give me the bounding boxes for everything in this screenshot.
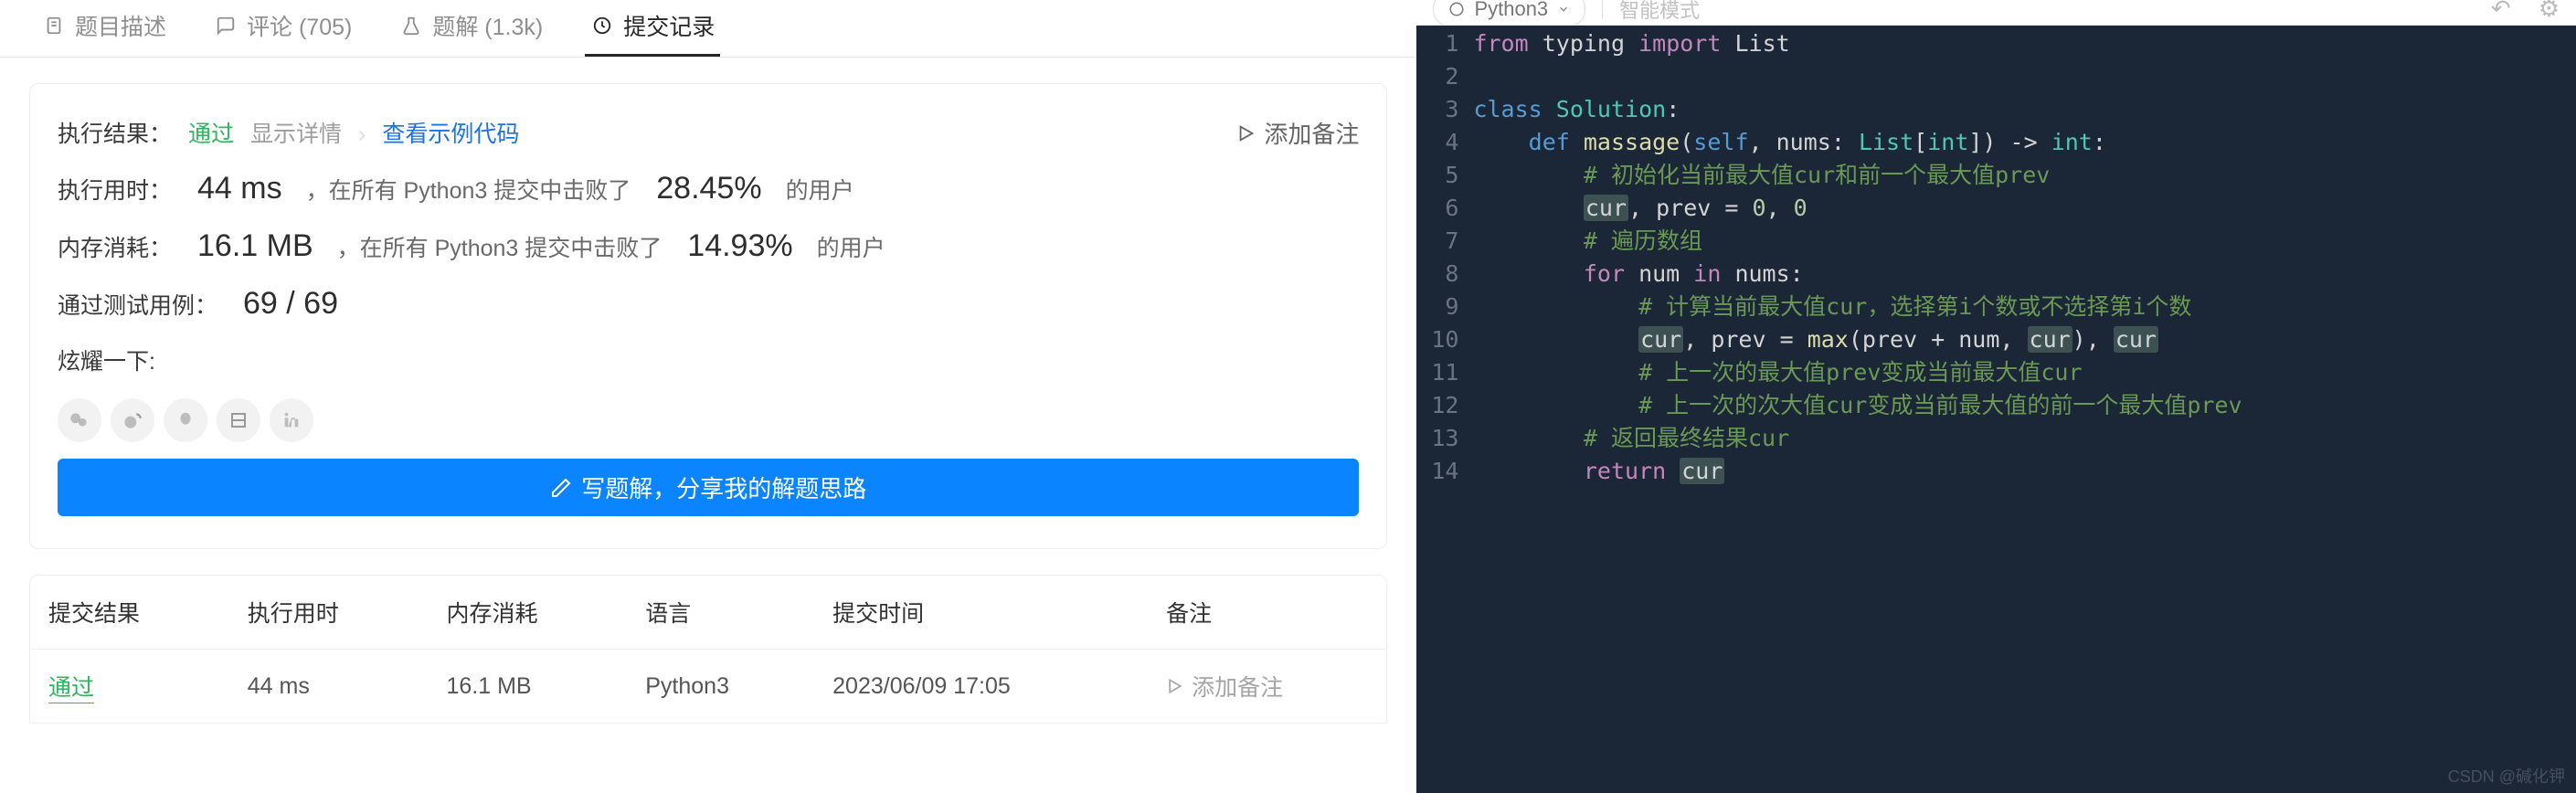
memory-label: 内存消耗： — [58, 230, 172, 263]
row-add-note[interactable]: 添加备注 — [1166, 670, 1368, 703]
add-note-label: 添加备注 — [1264, 116, 1359, 150]
row-status-link[interactable]: 通过 — [48, 675, 94, 703]
qq-icon[interactable] — [164, 398, 207, 442]
divider — [1602, 0, 1603, 19]
linkedin-icon[interactable] — [270, 398, 313, 442]
tab-label: 题目描述 — [75, 9, 166, 42]
language-selector[interactable]: Python3 — [1433, 0, 1585, 26]
comment-icon — [214, 14, 238, 37]
tab-label: 题解 (1.3k) — [432, 9, 543, 42]
th-runtime: 执行用时 — [229, 576, 429, 650]
chevron-down-icon — [1557, 3, 1570, 16]
settings-icon[interactable]: ⚙ — [2539, 0, 2560, 23]
share-row — [58, 398, 1359, 442]
memory-desc2: 的用户 — [817, 230, 885, 263]
tab-label: 评论 (705) — [247, 9, 352, 42]
flag-icon — [1236, 123, 1256, 143]
clock-icon — [590, 14, 614, 37]
example-code-link[interactable]: 查看示例代码 — [382, 116, 519, 149]
editor-toolbar: Python3 智能模式 ↶ ⚙ — [1416, 0, 2576, 26]
runtime-label: 执行用时： — [58, 173, 172, 206]
submission-table: 提交结果 执行用时 内存消耗 语言 提交时间 备注 通过 44 ms 16.1 … — [29, 575, 1387, 724]
table-header-row: 提交结果 执行用时 内存消耗 语言 提交时间 备注 — [30, 576, 1386, 650]
write-solution-button[interactable]: 写题解，分享我的解题思路 — [58, 459, 1359, 516]
table-row[interactable]: 通过 44 ms 16.1 MB Python3 2023/06/09 17:0… — [30, 650, 1386, 724]
runtime-desc2: 的用户 — [786, 173, 854, 206]
tab-solutions[interactable]: 题解 (1.3k) — [394, 0, 548, 57]
watermark: CSDN @碱化钾 — [2448, 764, 2565, 788]
tests-label: 通过测试用例： — [58, 288, 217, 321]
pencil-icon — [550, 477, 572, 499]
tab-comments[interactable]: 评论 (705) — [208, 0, 357, 57]
wechat-icon[interactable] — [58, 398, 101, 442]
cta-label: 写题解，分享我的解题思路 — [581, 471, 866, 504]
memory-value: 16.1 MB — [197, 228, 313, 264]
row-lang: Python3 — [627, 650, 814, 724]
th-status: 提交结果 — [30, 576, 229, 650]
brag-row: 炫耀一下: — [58, 344, 1359, 376]
memory-pct: 14.93% — [687, 228, 792, 264]
status-row: 执行结果： 通过 显示详情 › 查看示例代码 — [58, 116, 1359, 149]
runtime-value: 44 ms — [197, 171, 282, 206]
tests-row: 通过测试用例： 69 / 69 — [58, 286, 1359, 322]
memory-row: 内存消耗： 16.1 MB ，在所有 Python3 提交中击败了 14.93%… — [58, 228, 1359, 264]
code-area[interactable]: 1234567 891011121314 from typing import … — [1416, 26, 2576, 793]
result-card: 添加备注 执行结果： 通过 显示详情 › 查看示例代码 执行用时： 44 ms … — [29, 83, 1387, 549]
tab-description[interactable]: 题目描述 — [37, 0, 172, 57]
tab-submissions[interactable]: 提交记录 — [585, 0, 720, 57]
exec-result-label: 执行结果： — [58, 116, 172, 149]
divider: › — [358, 122, 366, 148]
code-editor-panel: Python3 智能模式 ↶ ⚙ 1234567 891011121314 fr… — [1416, 0, 2576, 793]
th-time: 提交时间 — [814, 576, 1148, 650]
row-time: 2023/06/09 17:05 — [814, 650, 1148, 724]
status-badge: 通过 — [188, 116, 234, 149]
add-note-action[interactable]: 添加备注 — [1236, 116, 1359, 150]
line-gutter: 1234567 891011121314 — [1416, 27, 1473, 793]
tests-value: 69 / 69 — [243, 286, 338, 322]
th-note: 备注 — [1148, 576, 1386, 650]
runtime-desc: ，在所有 Python3 提交中击败了 — [306, 173, 631, 206]
lang-label: Python3 — [1474, 0, 1548, 21]
undo-icon[interactable]: ↶ — [2491, 0, 2511, 23]
problem-tabs: 题目描述 评论 (705) 题解 (1.3k) 提交记录 — [0, 0, 1416, 58]
code-icon — [1448, 1, 1465, 17]
problem-left-panel: 题目描述 评论 (705) 题解 (1.3k) 提交记录 添加备注 执行 — [0, 0, 1416, 793]
row-runtime: 44 ms — [229, 650, 429, 724]
flask-icon — [399, 14, 423, 37]
document-icon — [42, 14, 66, 37]
row-memory: 16.1 MB — [429, 650, 628, 724]
th-lang: 语言 — [627, 576, 814, 650]
brag-label: 炫耀一下: — [58, 344, 167, 376]
code-lines: from typing import List class Solution: … — [1473, 27, 2576, 793]
th-memory: 内存消耗 — [429, 576, 628, 650]
runtime-row: 执行用时： 44 ms ，在所有 Python3 提交中击败了 28.45% 的… — [58, 171, 1359, 206]
show-detail-link[interactable]: 显示详情 — [250, 116, 342, 149]
weibo-icon[interactable] — [111, 398, 154, 442]
douban-icon[interactable] — [217, 398, 260, 442]
memory-desc: ，在所有 Python3 提交中击败了 — [337, 230, 663, 263]
mode-indicator[interactable]: 智能模式 — [1619, 0, 1700, 24]
flag-icon — [1166, 677, 1184, 695]
tab-label: 提交记录 — [623, 9, 715, 42]
runtime-pct: 28.45% — [656, 171, 761, 206]
